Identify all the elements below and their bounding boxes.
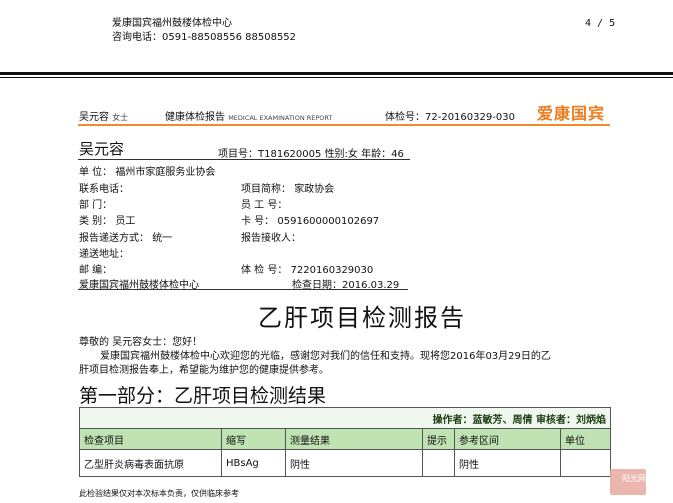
contact-label: 联系电话： (79, 184, 129, 195)
postcode-label: 邮 编： (79, 265, 113, 276)
cell-unit (559, 449, 612, 477)
operators: 操作者：蓝敏芳、周倩 审核者：刘炳焰 (78, 407, 612, 429)
delivery-label: 报告递送方式： (79, 233, 149, 244)
unit-value: 福州市家庭服务业协会 (115, 167, 216, 178)
cell-result: 阴性 (285, 449, 423, 477)
cell-hint (422, 449, 455, 477)
watermark-text: 阳光网 (622, 474, 646, 483)
receiver-label: 报告接收人： (241, 233, 301, 244)
table-header-row: 检查项目 缩写 测量结果 提示 参考区间 单位 (79, 428, 612, 450)
category-label: 类 别： (79, 216, 113, 227)
delivery-value: 统一 (152, 233, 173, 244)
info-divider (78, 159, 410, 160)
header-item: 检查项目 (79, 428, 222, 450)
category-row: 类 别： 员工 (79, 212, 135, 227)
delivery-row: 报告递送方式： 统一 (79, 229, 172, 244)
banner-patient-name: 吴元容 (79, 112, 109, 123)
card-value: 0591600000102697 (277, 216, 380, 227)
dept-label: 部 门： (79, 200, 113, 211)
banner-report-title-en: MEDICAL EXAMINATION REPORT (228, 114, 333, 122)
project-short-value: 家政协会 (294, 184, 335, 195)
unit-row: 单 位： 福州市家庭服务业协会 (79, 163, 215, 178)
unit-label: 单 位： (79, 167, 113, 178)
address-label: 递送地址： (79, 249, 129, 260)
banner-divider (78, 124, 610, 126)
result-table: 操作者：蓝敏芳、周倩 审核者：刘炳焰 检查项目 缩写 测量结果 提示 参考区间 … (78, 407, 612, 477)
body-line-2: 肝项目检测报告奉上，希望能为维护您的健康提供参考。 (79, 365, 329, 376)
brand-logo: 爱康国宾 (537, 104, 606, 123)
banner-exam-number: 体检号：72-20160329-030 (385, 112, 515, 123)
header-phone: 咨询电话：0591-88508556 88508552 (112, 28, 296, 43)
header-phone-numbers: 0591-88508556 88508552 (162, 32, 297, 43)
cell-abbr: HBsAg (221, 449, 286, 477)
greeting: 尊敬的 吴元容女士：您好！ (79, 337, 203, 348)
operator-row: 操作者：蓝敏芳、周倩 审核者：刘炳焰 (78, 407, 612, 429)
exam-no-row: 体 检 号： 7220160329030 (241, 261, 373, 276)
employee-no-label: 员 工 号： (241, 200, 288, 211)
cell-reference: 阴性 (454, 449, 561, 477)
header-result: 测量结果 (285, 428, 423, 450)
header-abbr: 缩写 (221, 428, 286, 450)
header-hospital-name: 爱康国宾福州鼓楼体检中心 (112, 18, 232, 29)
header-phone-label: 咨询电话： (112, 32, 162, 43)
category-value: 员工 (115, 216, 136, 227)
card-row: 卡 号： 0591600000102697 (241, 212, 379, 227)
report-title: 乙肝项目检测报告 (258, 304, 466, 332)
exam-no-label: 体 检 号： (241, 265, 288, 276)
disclaimer: 此检验结果仅对本次标本负责，仅供临床参考 (79, 489, 239, 498)
project-short-row: 项目简称： 家政协会 (241, 180, 334, 195)
page-header: 爱康国宾福州鼓楼体检中心 咨询电话：0591-88508556 88508552… (0, 0, 673, 70)
patient-name: 吴元容 (79, 140, 125, 158)
section-title: 第一部分：乙肝项目检测结果 (79, 385, 327, 407)
table-row: 乙型肝炎病毒表面抗原 HBsAg 阴性 阴性 (79, 449, 612, 477)
exam-no-value: 7220160329030 (290, 265, 374, 276)
header-reference: 参考区间 (454, 428, 561, 450)
page-number: 4 / 5 (585, 18, 616, 29)
info-divider-bottom (78, 289, 408, 290)
header-divider-thin (0, 77, 673, 78)
banner-report-title: 健康体检报告 MEDICAL EXAMINATION REPORT (165, 108, 332, 123)
cell-item: 乙型肝炎病毒表面抗原 (79, 449, 222, 477)
header-hint: 提示 (422, 428, 455, 450)
body-line-1: 爱康国宾福州鼓楼体检中心欢迎您的光临，感谢您对我们的信任和支持。现将您2016年… (100, 351, 551, 362)
banner-gender: 女士 (112, 113, 129, 122)
patient-project-line: 项目号：T181620005 性别:女 年龄：46 (218, 145, 404, 160)
card-label: 卡 号： (241, 216, 275, 227)
header-divider-thick (0, 72, 673, 75)
banner-patient: 吴元容 女士 (79, 108, 128, 123)
banner-report-title-cn: 健康体检报告 (165, 112, 225, 123)
header-unit: 单位 (559, 428, 612, 450)
project-short-label: 项目简称： (241, 184, 291, 195)
